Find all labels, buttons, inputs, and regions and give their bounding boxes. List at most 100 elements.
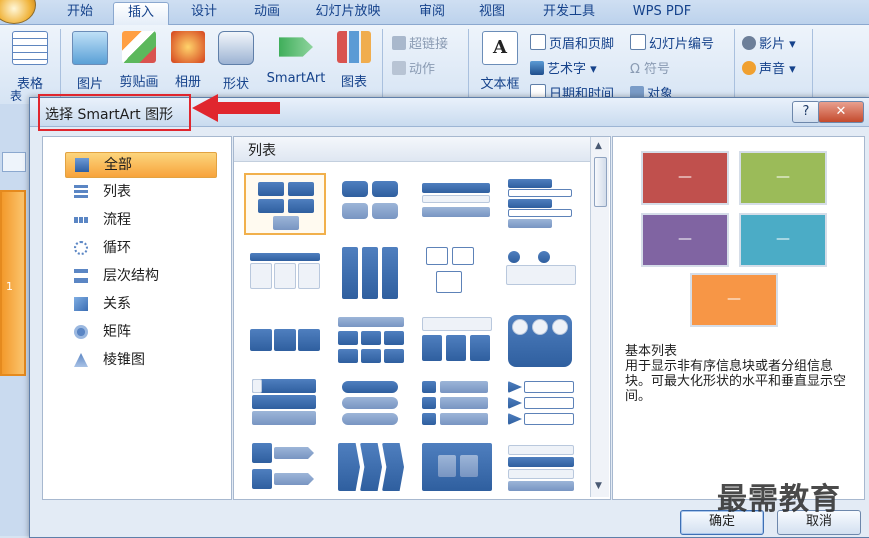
album-button-label: 相册 <box>174 75 201 90</box>
office-button[interactable] <box>0 0 36 24</box>
sound-icon <box>742 61 756 75</box>
hyperlink-label: 超链接 <box>409 37 449 52</box>
picture-icon <box>72 31 108 65</box>
help-button[interactable]: ? <box>792 101 820 123</box>
gallery-header-label: 列表 <box>248 143 276 159</box>
action-icon <box>392 61 406 75</box>
tab-developer[interactable]: 开发工具 <box>533 2 605 24</box>
layout-basic-block-list[interactable] <box>244 173 326 235</box>
sound-button[interactable]: 声音 ▾ <box>742 58 796 77</box>
category-matrix[interactable]: 矩阵 <box>69 320 219 344</box>
layout-grouped-list[interactable] <box>244 311 326 373</box>
ribbon-body: 表格 图片 剪贴画 相册 形状 SmartArt 图表 超链接 动作 A 文本框… <box>0 25 869 104</box>
ribbon-group-label: 表 <box>10 89 23 103</box>
layout-horizontal-bullet-list[interactable] <box>416 173 498 235</box>
layout-chevron-process-list[interactable] <box>330 441 412 499</box>
table-icon <box>12 31 48 65</box>
process-icon <box>74 217 88 223</box>
category-pyramid[interactable]: 棱锥图 <box>69 348 219 372</box>
chart-button[interactable]: 图表 <box>334 31 374 90</box>
layout-trapezoid-list[interactable] <box>416 377 498 439</box>
layout-stacked-list[interactable] <box>330 243 412 305</box>
group-separator <box>734 29 735 99</box>
preview-block: — <box>690 273 778 327</box>
header-footer-label: 页眉和页脚 <box>549 37 615 52</box>
tab-view[interactable]: 视图 <box>470 2 514 24</box>
header-footer-icon <box>530 34 546 50</box>
layout-circle-accent-list[interactable] <box>502 311 584 373</box>
layout-vertical-bullet-list[interactable] <box>502 173 584 235</box>
category-cycle[interactable]: 循环 <box>69 236 219 260</box>
textbox-icon: A <box>482 31 518 65</box>
category-label: 层次结构 <box>103 268 159 284</box>
category-process[interactable]: 流程 <box>69 208 219 232</box>
slide-number-button[interactable]: 幻灯片编号 <box>630 33 714 52</box>
hierarchy-icon <box>74 269 88 283</box>
tab-slideshow[interactable]: 幻灯片放映 <box>310 2 386 24</box>
category-label: 列表 <box>103 184 131 200</box>
symbol-button[interactable]: Ω 符号 <box>630 58 670 77</box>
album-button[interactable]: 相册 <box>168 31 208 90</box>
layout-chevron-list[interactable] <box>502 377 584 439</box>
tab-design[interactable]: 设计 <box>182 2 226 24</box>
layout-stacked-bar-list[interactable] <box>502 441 584 499</box>
ribbon: 开始 插入 设计 动画 幻灯片放映 审阅 视图 开发工具 WPS PDF 表格 … <box>0 0 869 104</box>
layout-arrow-list[interactable] <box>244 441 326 499</box>
smartart-button[interactable]: SmartArt <box>262 31 330 86</box>
slides-tab[interactable] <box>2 152 26 172</box>
pyramid-icon <box>74 353 88 367</box>
smartart-icon <box>279 37 313 57</box>
layout-picture-accent-list[interactable] <box>416 243 498 305</box>
layout-target-list[interactable] <box>416 441 498 499</box>
movie-label: 影片 <box>759 37 786 52</box>
layout-vertical-box-list[interactable] <box>244 377 326 439</box>
layout-table-list[interactable] <box>244 243 326 305</box>
layout-matrix-list[interactable] <box>330 311 412 373</box>
clipart-button[interactable]: 剪贴画 <box>114 31 164 90</box>
textbox-button-label: 文本框 <box>480 77 520 92</box>
omega-icon: Ω <box>630 62 640 77</box>
album-icon <box>171 31 205 63</box>
wordart-label: 艺术字 <box>547 62 587 77</box>
scroll-up-icon[interactable]: ▲ <box>595 141 602 151</box>
tab-wps-pdf[interactable]: WPS PDF <box>622 2 702 24</box>
wordart-icon <box>530 61 544 75</box>
layout-tab-list[interactable] <box>416 311 498 373</box>
sound-label: 声音 <box>759 62 786 77</box>
tab-animation[interactable]: 动画 <box>245 2 289 24</box>
scroll-down-icon[interactable]: ▼ <box>595 481 602 491</box>
slide-thumbnail[interactable]: 1 <box>0 190 26 376</box>
category-label: 循环 <box>103 240 131 256</box>
layout-picture-caption-list[interactable] <box>330 173 412 235</box>
group-separator <box>382 29 383 99</box>
smartart-button-label: SmartArt <box>266 71 326 86</box>
gallery-scrollbar[interactable]: ▲ ▼ <box>590 137 609 497</box>
category-relationship[interactable]: 关系 <box>69 292 219 316</box>
category-list: 全部 列表 流程 循环 层次结构 关系 矩阵 棱锥图 <box>42 136 232 500</box>
category-list-item[interactable]: 列表 <box>69 180 219 204</box>
category-all[interactable]: 全部 <box>65 152 217 178</box>
category-hierarchy[interactable]: 层次结构 <box>69 264 219 288</box>
tab-home[interactable]: 开始 <box>60 2 100 24</box>
header-footer-button[interactable]: 页眉和页脚 <box>530 33 614 52</box>
tab-review[interactable]: 审阅 <box>410 2 454 24</box>
table-button[interactable]: 表格 <box>8 31 52 92</box>
dialog-title-bar: 选择 SmartArt 图形 ? ✕ <box>30 94 869 131</box>
layout-lined-list[interactable] <box>502 243 584 305</box>
movie-button[interactable]: 影片 ▾ <box>742 33 796 52</box>
action-button[interactable]: 动作 <box>392 58 435 77</box>
wordart-button[interactable]: 艺术字 ▾ <box>530 58 597 77</box>
layout-rounded-vertical-list[interactable] <box>330 377 412 439</box>
hyperlink-button[interactable]: 超链接 <box>392 33 448 52</box>
textbox-button[interactable]: A 文本框 <box>476 31 524 92</box>
preview-panel: — — — — — 基本列表 用于显示非有序信息块或者分组信息块。可最大化形状的… <box>612 136 865 500</box>
all-layouts-icon <box>75 158 89 172</box>
scrollbar-thumb[interactable] <box>594 157 607 207</box>
shapes-button[interactable]: 形状 <box>216 31 256 92</box>
group-separator <box>812 29 813 99</box>
preview-block: — <box>641 213 729 267</box>
picture-button[interactable]: 图片 <box>70 31 110 92</box>
preview-block: — <box>641 151 729 205</box>
tab-insert[interactable]: 插入 <box>113 2 169 25</box>
close-button[interactable]: ✕ <box>818 101 864 123</box>
